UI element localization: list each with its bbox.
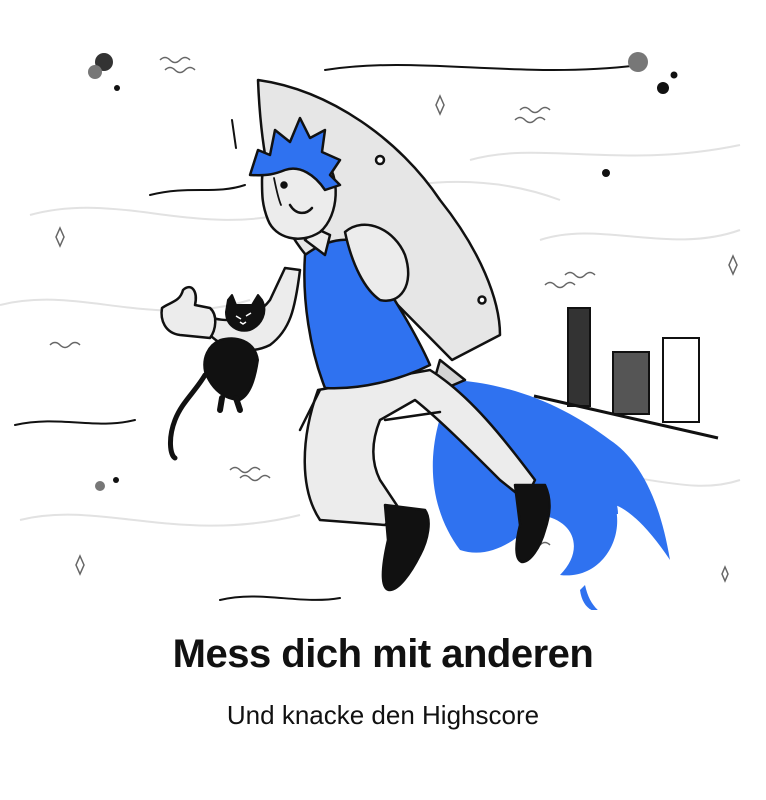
page-title: Mess dich mit anderen — [172, 632, 594, 676]
onboarding-illustration — [0, 52, 741, 610]
page-subtitle: Und knacke den Highscore — [226, 700, 540, 730]
